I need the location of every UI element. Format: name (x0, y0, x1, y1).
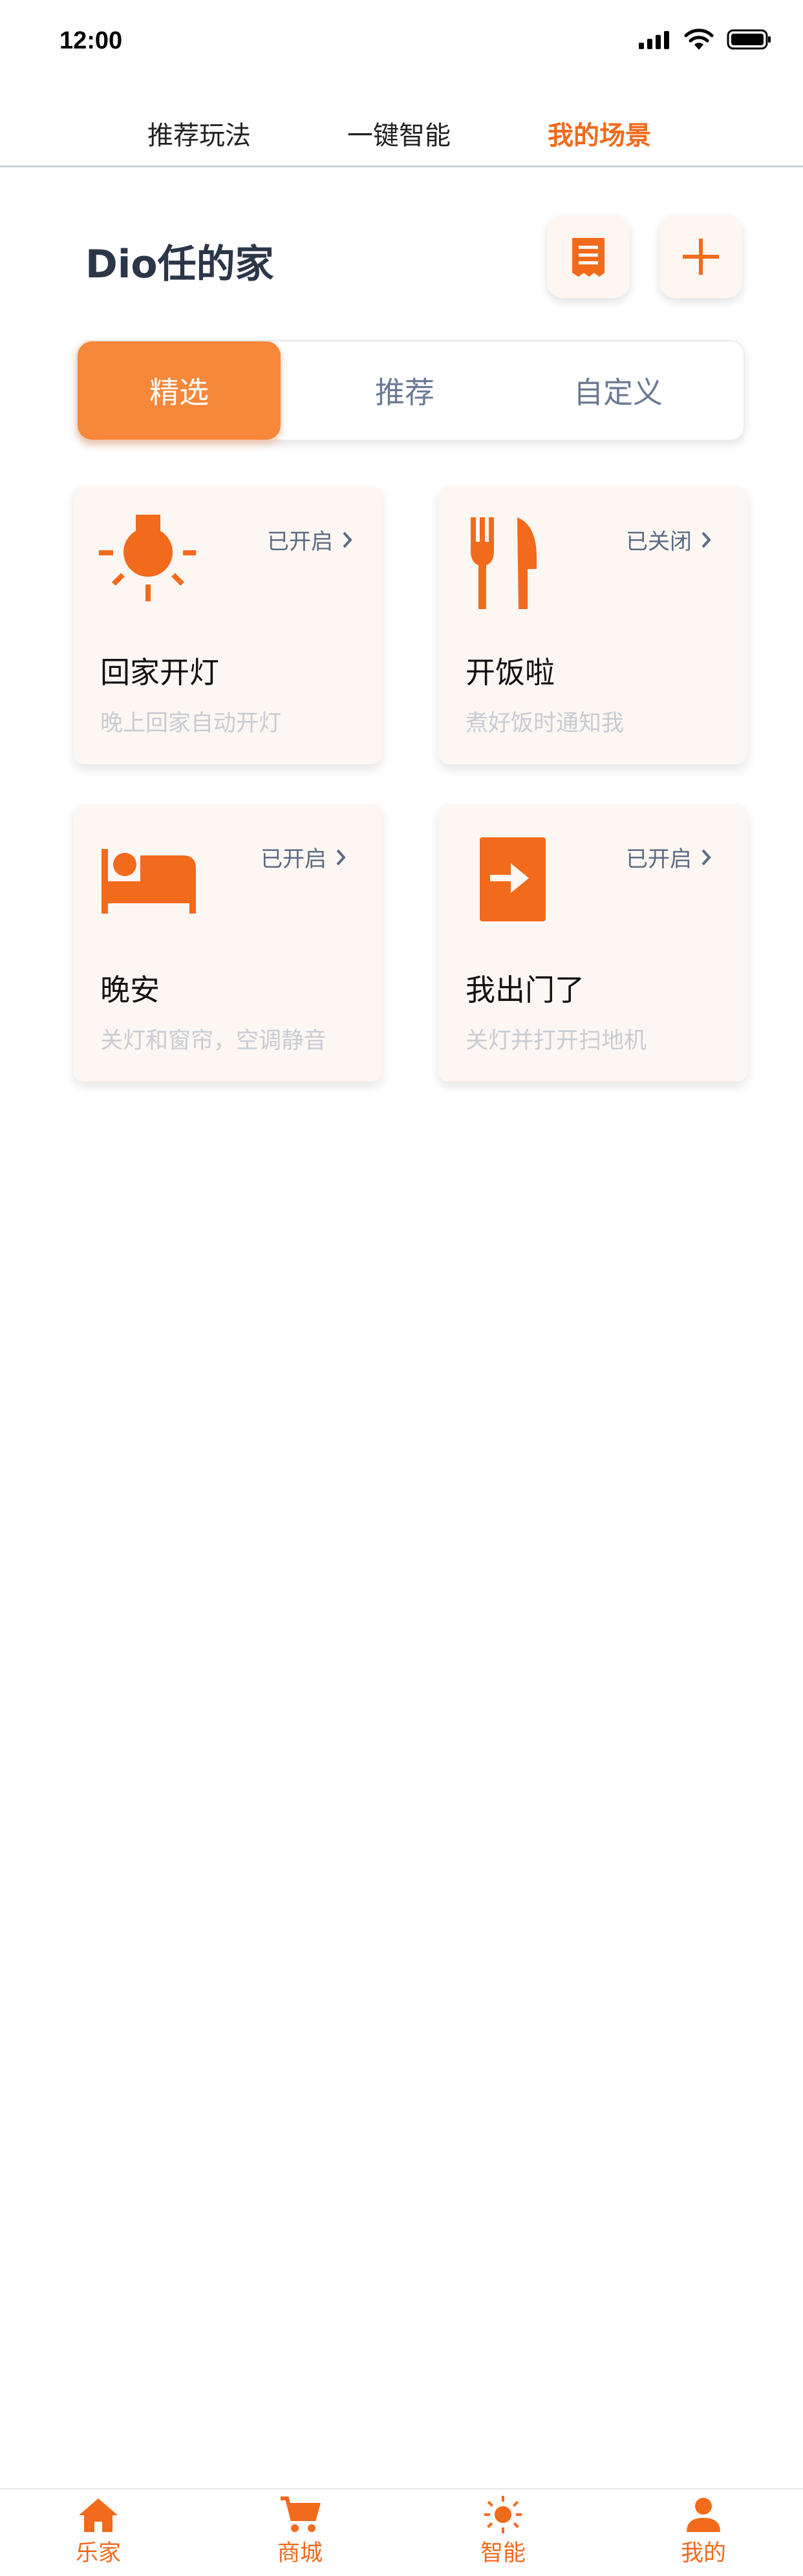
scene-desc: 晚上回家自动开灯 (100, 711, 282, 736)
scene-status[interactable]: 已开启 (261, 841, 346, 873)
wifi-icon (684, 28, 714, 50)
scene-title: 晚安 (100, 972, 160, 1007)
tab-one-click-smart[interactable]: 一键智能 (347, 114, 451, 152)
scene-desc: 煮好饭时通知我 (466, 711, 625, 736)
chevron-right-icon (336, 849, 346, 865)
nav-item-mine[interactable]: 我的 (639, 2496, 768, 2573)
scene-desc: 关灯并打开扫地机 (466, 1028, 647, 1054)
scene-status-label: 已开启 (261, 846, 327, 872)
cart-icon (281, 2496, 321, 2532)
top-tabs: 推荐玩法 一键智能 我的场景 (0, 107, 803, 168)
scene-status-label: 已开启 (267, 529, 333, 555)
scene-status[interactable]: 已关闭 (626, 524, 711, 555)
nav-item-smart[interactable]: 智能 (438, 2496, 568, 2573)
scene-desc: 关灯和窗帘，空调静音 (100, 1028, 327, 1054)
signal-icon (639, 31, 669, 49)
scene-list-button[interactable] (547, 215, 630, 298)
plus-icon (683, 239, 719, 275)
fork-knife-icon (471, 517, 537, 609)
scene-card-leaving-home[interactable]: 已开启 我出门了 关灯并打开扫地机 (438, 804, 747, 1082)
segmented-control: 精选 推荐 自定义 (76, 340, 745, 441)
status-bar: 12:00 (0, 0, 803, 84)
scene-status[interactable]: 已开启 (626, 841, 711, 873)
chevron-right-icon (343, 531, 352, 548)
nav-item-mall[interactable]: 商城 (235, 2496, 365, 2573)
battery-icon (727, 29, 771, 50)
bottom-nav: 乐家 商城 智能 我的 (0, 2488, 803, 2576)
scene-status[interactable]: 已开启 (267, 524, 352, 555)
chevron-right-icon (701, 849, 711, 865)
chevron-right-icon (701, 531, 711, 548)
status-icons (639, 28, 772, 50)
add-scene-button[interactable] (659, 215, 742, 298)
nav-label: 乐家 (75, 2540, 121, 2566)
top-divider (0, 166, 803, 167)
segment-custom[interactable]: 自定义 (508, 341, 728, 440)
nav-label: 智能 (480, 2540, 526, 2566)
home-icon (79, 2498, 118, 2532)
tab-my-scenes[interactable]: 我的场景 (548, 114, 651, 152)
scene-status-label: 已开启 (626, 846, 692, 872)
scene-title: 开饭啦 (466, 655, 555, 690)
nav-item-home[interactable]: 乐家 (34, 2496, 163, 2573)
scene-title: 我出门了 (466, 972, 584, 1007)
home-title[interactable]: Dio任的家 (85, 233, 274, 289)
status-time: 12:00 (59, 27, 123, 54)
segment-featured[interactable]: 精选 (78, 341, 281, 440)
nav-label: 商城 (277, 2540, 323, 2566)
nav-label: 我的 (680, 2540, 726, 2566)
user-icon (687, 2498, 720, 2532)
sun-icon (484, 2496, 522, 2533)
tab-recommended-play[interactable]: 推荐玩法 (147, 114, 251, 152)
scene-title: 回家开灯 (100, 655, 219, 690)
lightbulb-icon (99, 515, 196, 601)
segment-recommended[interactable]: 推荐 (301, 341, 508, 440)
list-icon (572, 238, 605, 277)
exit-door-icon (480, 837, 546, 921)
scene-card-good-night[interactable]: 已开启 晚安 关灯和窗帘，空调静音 (73, 804, 382, 1082)
scene-card-home-lights[interactable]: 已开启 回家开灯 晚上回家自动开灯 (73, 486, 382, 764)
scene-card-meal-ready[interactable]: 已关闭 开饭啦 煮好饭时通知我 (438, 486, 747, 764)
scene-status-label: 已关闭 (626, 529, 692, 555)
bed-icon (102, 849, 196, 914)
